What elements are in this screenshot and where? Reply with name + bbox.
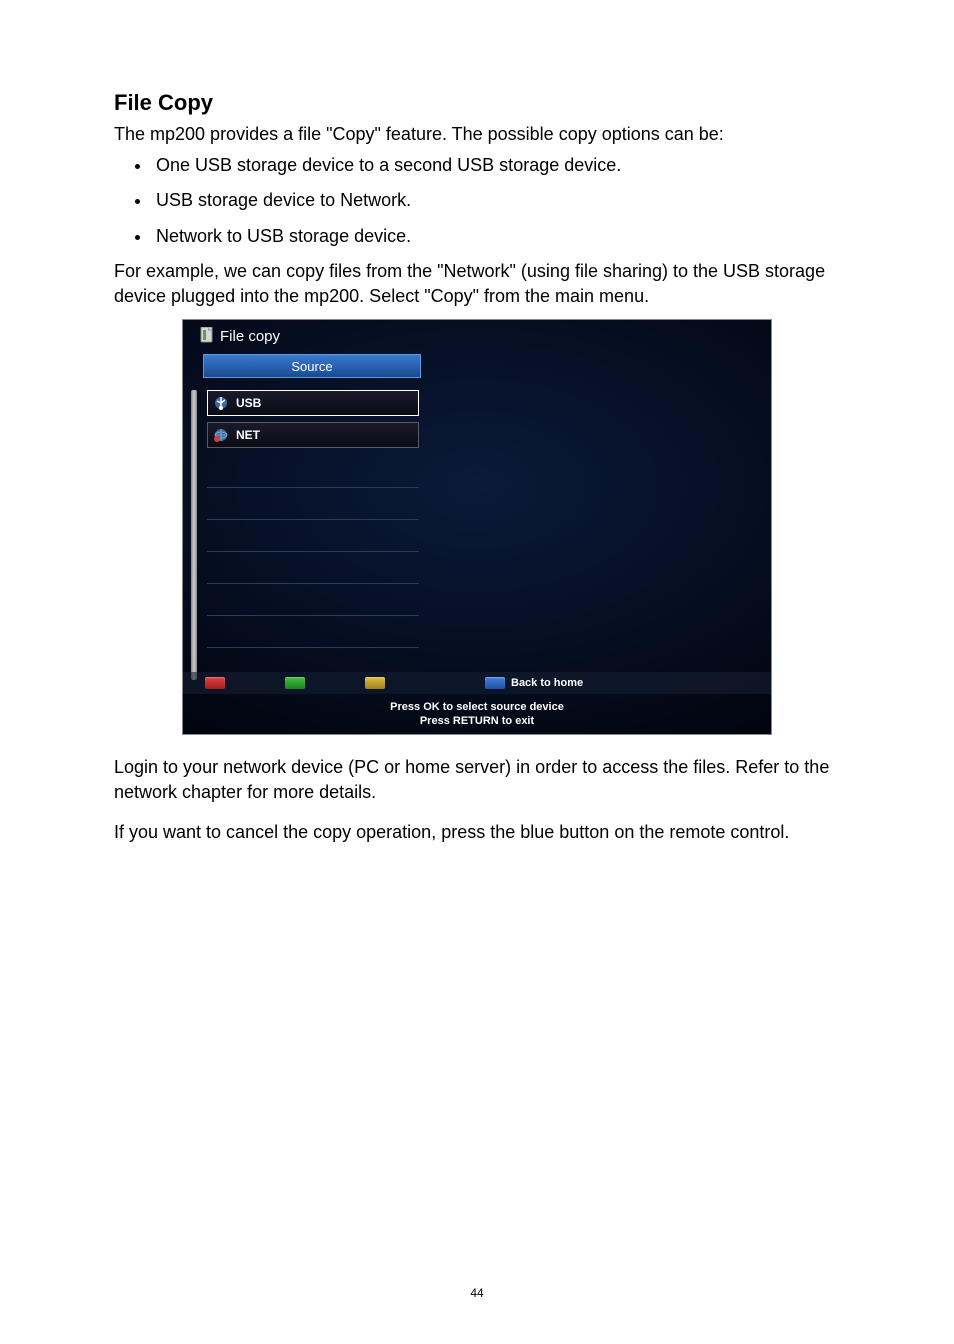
page-number: 44 [0, 1286, 954, 1300]
option-item: Network to USB storage device. [152, 224, 840, 249]
source-item-net[interactable]: NET [207, 422, 419, 448]
page-heading: File Copy [114, 90, 840, 116]
screenshot-title-text: File copy [220, 328, 280, 345]
empty-list-rows [207, 456, 419, 648]
source-header: Source [203, 354, 421, 378]
screenshot-instructions: Press OK to select source device Press R… [183, 700, 771, 729]
blue-button-icon [485, 677, 505, 689]
option-item: USB storage device to Network. [152, 188, 840, 213]
option-item: One USB storage device to a second USB s… [152, 153, 840, 178]
document-copy-icon [199, 327, 214, 345]
source-item-label: USB [236, 396, 261, 410]
instruction-line: Press RETURN to exit [183, 714, 771, 728]
options-list: One USB storage device to a second USB s… [114, 153, 840, 249]
instruction-line: Press OK to select source device [183, 700, 771, 714]
post-cancel-text: If you want to cancel the copy operation… [114, 820, 840, 845]
usb-icon [212, 395, 230, 411]
source-list: USB NET [207, 390, 419, 454]
screenshot-file-copy: File copy Source USB NET [182, 319, 772, 735]
source-item-usb[interactable]: USB [207, 390, 419, 416]
color-button-legend: Back to home [183, 672, 771, 694]
network-icon [212, 427, 230, 443]
blue-button-label: Back to home [511, 677, 583, 689]
screenshot-title: File copy [199, 327, 280, 345]
intro-text: The mp200 provides a file "Copy" feature… [114, 122, 840, 147]
green-button-icon [285, 677, 305, 689]
yellow-button-icon [365, 677, 385, 689]
source-item-label: NET [236, 428, 260, 442]
blue-button-group: Back to home [485, 677, 583, 689]
scrollbar-track[interactable] [191, 390, 197, 680]
red-button-icon [205, 677, 225, 689]
post-login-text: Login to your network device (PC or home… [114, 755, 840, 805]
example-text: For example, we can copy files from the … [114, 259, 840, 309]
